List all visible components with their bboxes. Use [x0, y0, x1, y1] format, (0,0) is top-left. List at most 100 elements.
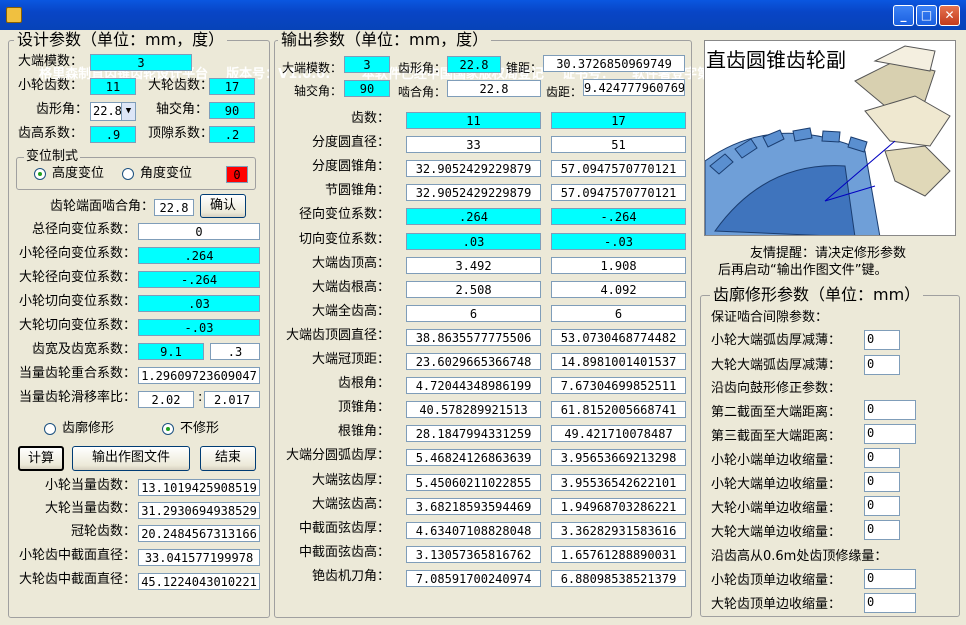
- slide-ratio-2: 2.017: [204, 391, 260, 408]
- b6-input[interactable]: 0: [864, 520, 900, 540]
- x1-input[interactable]: .264: [138, 247, 260, 264]
- output-row-value-1: 5.46824126863639: [406, 449, 541, 467]
- output-row-label: 大端齿顶圆直径：: [285, 327, 390, 343]
- output-row-value-2: 49.421710078487: [551, 425, 686, 443]
- modify-radio[interactable]: [44, 423, 56, 435]
- shift-height-radio[interactable]: [34, 168, 46, 180]
- total-radial-input[interactable]: 0: [138, 223, 260, 240]
- shift-mode-legend: 变位制式: [24, 148, 81, 166]
- shaft-angle-label: 轴交角：: [155, 102, 208, 117]
- shift-angle-radio[interactable]: [122, 168, 134, 180]
- z1-input[interactable]: 11: [90, 78, 136, 95]
- app-icon: [6, 7, 22, 23]
- no-modify-label: 不修形: [180, 421, 220, 436]
- crown-output: 20.2484567313166: [138, 525, 260, 542]
- output-row-value-2: -.03: [551, 232, 686, 250]
- output-drawing-button[interactable]: 输出作图文件: [72, 446, 190, 471]
- b5-input[interactable]: 0: [864, 496, 900, 516]
- b4-input[interactable]: 0: [864, 472, 900, 492]
- output-row-value-1: 4.63407108828048: [406, 521, 541, 539]
- output-row-label: 铯齿机刀角：: [311, 568, 390, 584]
- output-row-value-1: 3.68218593594469: [406, 497, 541, 515]
- output-params-legend: 输出参数（单位：mm，度）: [278, 31, 492, 49]
- modify-label: 齿廓修形: [62, 421, 115, 436]
- output-row-value-1: 33: [406, 136, 541, 154]
- big-module-input[interactable]: 3: [90, 54, 192, 71]
- x2-input[interactable]: -.264: [138, 271, 260, 288]
- output-row-value-1: 3.13057365816762: [406, 545, 541, 563]
- output-row-value-2: 57.0947570770121: [551, 184, 686, 202]
- tip-line-1: 友情提醒：请决定修形参数: [750, 246, 907, 261]
- c2-input[interactable]: 0: [864, 593, 916, 613]
- face-width-input[interactable]: 9.1: [138, 343, 204, 360]
- output-row-label: 大端弦齿高：: [311, 496, 390, 512]
- contact-ratio-output: 1.29609723609047: [138, 367, 260, 384]
- output-row-value-2: 3.95536542622101: [551, 473, 686, 491]
- tip-line-2: 后再启动“输出作图文件”键。: [718, 263, 888, 278]
- b3-label: 小轮小端单边收缩量：: [711, 453, 842, 468]
- output-row-value-1: 3.492: [406, 256, 541, 274]
- output-row-label: 大端全齿高：: [311, 303, 390, 319]
- output-row-label: 中截面弦齿高：: [298, 544, 390, 560]
- b2-input[interactable]: 0: [864, 424, 916, 444]
- chevron-down-icon: ▼: [121, 103, 135, 120]
- face-width-label: 齿宽及齿宽系数：: [31, 342, 136, 357]
- output-row-value-2: 4.092: [551, 280, 686, 298]
- output-row-value-2: 1.94968703286221: [551, 497, 686, 515]
- shift-angle-label: 角度变位: [140, 166, 193, 181]
- out-mesh: 22.8: [447, 80, 541, 97]
- output-row-label: 大端弦齿厚：: [311, 472, 390, 488]
- out-pa-label: 齿形角：: [398, 61, 447, 75]
- a1-input[interactable]: 0: [864, 330, 900, 350]
- zv1-label: 小轮当量齿数：: [44, 478, 136, 493]
- slide-ratio-label: 当量齿轮滑移率比：: [18, 390, 136, 405]
- crown-label: 冠轮齿数：: [70, 524, 136, 539]
- sec1-label: 保证啮合间隙参数：: [711, 310, 829, 325]
- mesh-angle-label: 齿轮端面啮合角：: [50, 199, 155, 214]
- output-row-value-2: 6: [551, 304, 686, 322]
- confirm-button[interactable]: 确认: [200, 194, 246, 218]
- output-row-value-2: 1.65761288890031: [551, 545, 686, 563]
- shaft-angle-input[interactable]: 90: [209, 102, 255, 119]
- close-button[interactable]: ✕: [939, 5, 960, 26]
- clearance-coef-label: 顶隙系数：: [148, 126, 214, 141]
- output-row-label: 分度圆锥角：: [311, 159, 390, 175]
- slide-ratio-separator: :: [198, 390, 203, 405]
- out-mesh-label: 啮合角：: [398, 85, 447, 99]
- maximize-button[interactable]: □: [916, 5, 937, 26]
- output-row-label: 大端齿根高：: [311, 279, 390, 295]
- title-bar: 格里森制直齿锥齿轮设计平台 版本号：V1.0.0. 本软件已经中国国家版权局登记…: [0, 0, 966, 82]
- output-row-value-2: 17: [551, 112, 686, 129]
- pressure-angle-select[interactable]: 22.8 ▼: [90, 102, 136, 121]
- slide-ratio-1: 2.02: [138, 391, 194, 408]
- output-row-value-1: 5.45060211022855: [406, 473, 541, 491]
- out-cone-dist-label: 锥距：: [506, 61, 543, 75]
- pressure-angle-label: 齿形角：: [35, 102, 88, 117]
- minimize-button[interactable]: _: [893, 5, 914, 26]
- no-modify-radio[interactable]: [162, 423, 174, 435]
- clearance-coef-input[interactable]: .2: [209, 126, 255, 143]
- b3-input[interactable]: 0: [864, 448, 900, 468]
- mesh-angle-input[interactable]: 22.8: [154, 199, 194, 216]
- addendum-coef-input[interactable]: .9: [90, 126, 136, 143]
- z2-label: 大轮齿数：: [148, 78, 214, 93]
- c1-input[interactable]: 0: [864, 569, 916, 589]
- b1-input[interactable]: 0: [864, 400, 916, 420]
- out-module-label: 大端模数：: [282, 61, 343, 75]
- output-row-label: 顶锥角：: [337, 400, 390, 416]
- z2-input[interactable]: 17: [209, 78, 255, 95]
- output-row-value-1: .03: [406, 232, 541, 250]
- calculate-button[interactable]: 计算: [18, 446, 64, 471]
- end-button[interactable]: 结束: [200, 446, 256, 471]
- out-pa: 22.8: [447, 56, 501, 73]
- xt1-input[interactable]: .03: [138, 295, 260, 312]
- xt2-input[interactable]: -.03: [138, 319, 260, 336]
- shift-indicator: 0: [226, 166, 248, 183]
- output-row-label: 切向变位系数：: [298, 231, 390, 247]
- a2-input[interactable]: 0: [864, 355, 900, 375]
- contact-ratio-label: 当量齿轮重合系数：: [18, 366, 136, 381]
- output-row-value-2: 57.0947570770121: [551, 160, 686, 178]
- xt2-label: 大轮切向变位系数：: [18, 318, 136, 333]
- sec3-label: 沿齿高从0.6m处齿顶修缘量：: [711, 549, 888, 564]
- face-width-coef-input[interactable]: .3: [210, 343, 260, 360]
